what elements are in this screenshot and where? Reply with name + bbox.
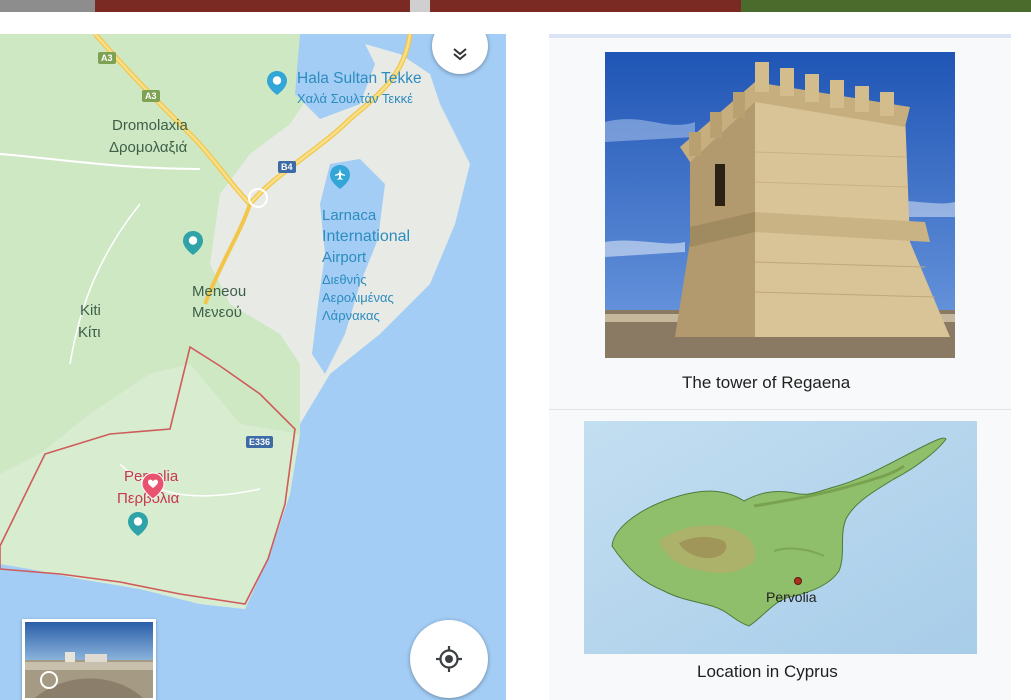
label-airport-el-3[interactable]: Λάρνακας (322, 306, 380, 325)
tower-photo[interactable] (605, 52, 955, 358)
label-dromolaxia-el[interactable]: Δρομολαξιά (109, 138, 187, 157)
map-base (0, 34, 506, 700)
tower-image (605, 52, 955, 358)
label-airport-el-2[interactable]: Αερολιμένας (322, 288, 394, 307)
top-image-strip (0, 0, 1031, 12)
label-airport-en-2[interactable]: International (322, 227, 410, 246)
label-airport-el-1[interactable]: Διεθνής (322, 270, 367, 289)
label-meneou-en[interactable]: Meneou (192, 282, 246, 301)
cyprus-map-image (584, 421, 977, 654)
street-view-image (25, 622, 153, 698)
label-kiti-el[interactable]: Κίτι (78, 323, 101, 342)
place-pin-icon[interactable] (266, 70, 288, 96)
cyprus-marker-label: Pervolia (766, 589, 817, 605)
panel-divider (549, 409, 1011, 410)
my-location-icon (436, 646, 462, 672)
map-view[interactable]: A3 A3 B4 E336 Hala Sultan Tekke Χαλά Σου… (0, 34, 506, 700)
road-b4: B4 (278, 161, 296, 173)
heart-pin-icon[interactable] (141, 472, 165, 500)
label-dromolaxia-en[interactable]: Dromolaxia (112, 116, 188, 135)
my-location-button[interactable] (410, 620, 488, 698)
road-a3-mid: A3 (142, 90, 160, 102)
location-caption: Location in Cyprus (697, 662, 838, 681)
pervolia-marker (794, 577, 802, 585)
label-airport-en-3[interactable]: Airport (322, 248, 366, 267)
cyprus-location-map[interactable] (584, 421, 977, 654)
tower-caption: The tower of Regaena (682, 373, 851, 392)
place-pin-icon[interactable] (127, 511, 149, 537)
road-e336: E336 (246, 436, 274, 448)
airport-icon[interactable] (329, 164, 351, 190)
label-hala-sultan-en[interactable]: Hala Sultan Tekke (297, 69, 422, 88)
label-meneou-el[interactable]: Μενεού (192, 303, 242, 322)
place-pin-icon[interactable] (182, 230, 204, 256)
street-view-thumbnail[interactable] (22, 619, 156, 700)
road-a3-top: A3 (98, 52, 116, 64)
layers-icon (453, 48, 467, 61)
label-kiti-en[interactable]: Kiti (80, 301, 101, 320)
label-airport-en-1[interactable]: Larnaca (322, 206, 376, 225)
label-hala-sultan-el[interactable]: Χαλά Σουλτάν Τεκκέ (297, 89, 413, 108)
